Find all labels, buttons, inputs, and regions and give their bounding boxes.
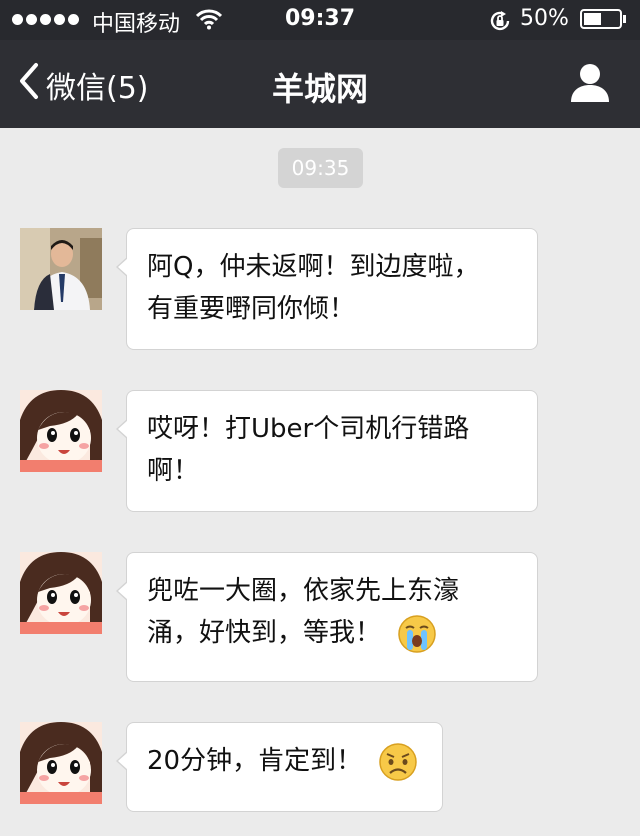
worried-face-icon [378,742,418,782]
avatar-contact-girl[interactable] [20,390,102,472]
avatar-contact-girl[interactable] [20,722,102,804]
crying-face-icon [397,614,437,654]
battery-percent: 50% [520,6,569,31]
message-bubble-3[interactable]: 兜咗一大圈，依家先上东濠 涌，好快到，等我！ [116,552,538,682]
battery-level-fill [584,13,601,25]
nav-bar: 微信(5) 羊城网 [0,40,640,128]
avatar-contact-man[interactable] [20,228,102,310]
battery-icon [580,9,622,29]
message-line: 有重要嘢同你倾！ [147,294,356,324]
chat-title: 羊城网 [271,70,368,108]
profile-icon[interactable] [568,60,612,104]
rotation-lock-icon [488,9,512,39]
message-timestamp: 09:35 [278,148,363,188]
battery-tip [623,15,626,23]
message-line: 兜咗一大圈，依家先上东濠 [147,576,460,606]
message-line: 哎呀！打Uber个司机行错路 [147,414,470,444]
avatar-contact-girl[interactable] [20,552,102,634]
status-bar: 中国移动 09:37 50% [0,0,640,40]
message-line: 啊！ [147,456,200,486]
message-bubble-1[interactable]: 阿Q，仲未返啊！到边度啦， 有重要嘢同你倾！ [116,228,538,350]
message-line: 20分钟，肯定到！ [147,746,363,776]
message-line: 涌，好快到，等我！ [147,618,382,648]
message-bubble-4[interactable]: 20分钟，肯定到！ [116,722,443,812]
message-bubble-2[interactable]: 哎呀！打Uber个司机行错路 啊！ [116,390,538,512]
message-line: 阿Q，仲未返啊！到边度啦， [147,252,480,282]
